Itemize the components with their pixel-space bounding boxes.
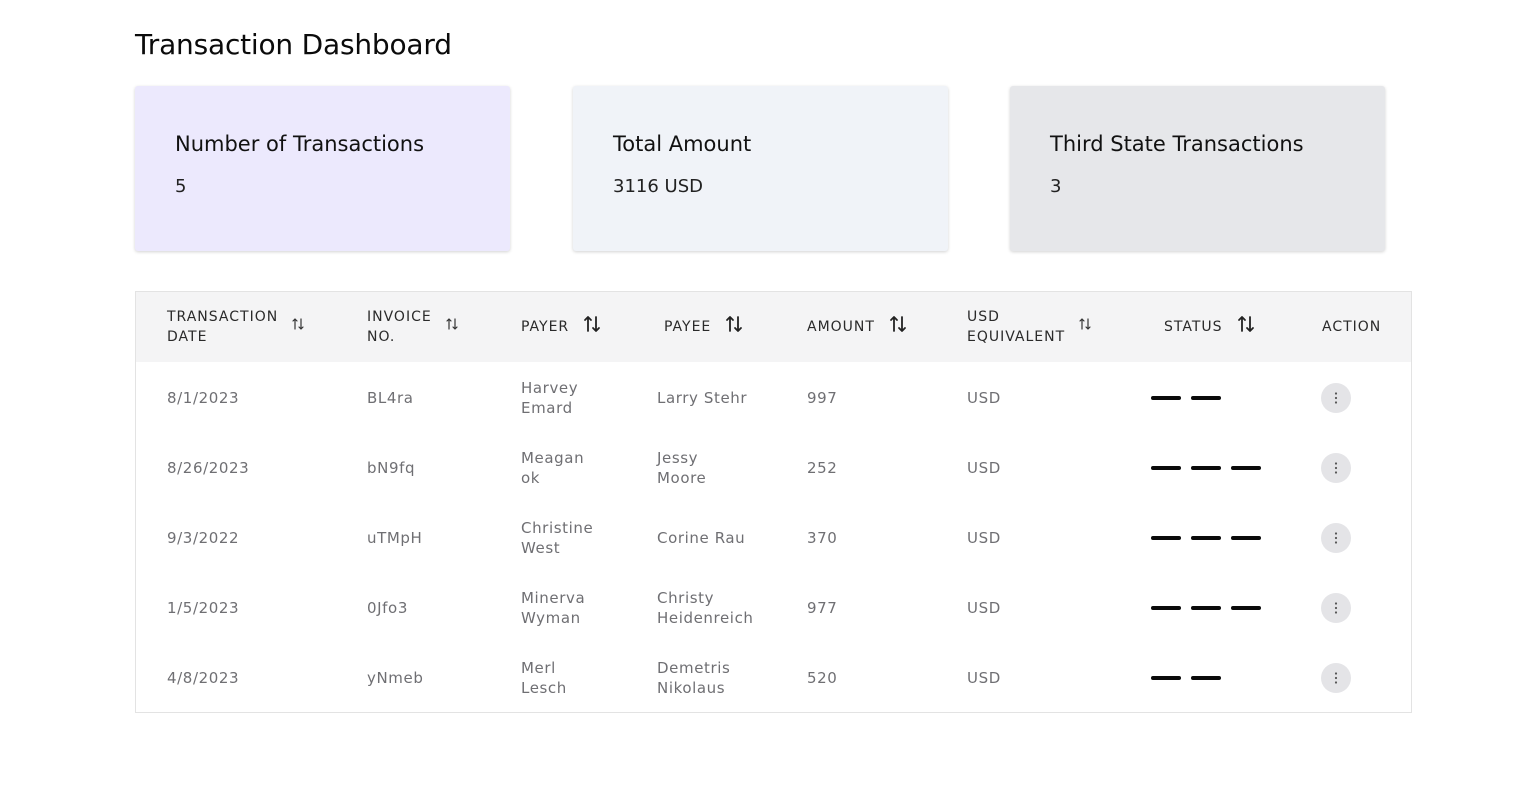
cell-usd-equivalent: USD [967, 389, 1001, 407]
status-dash [1231, 466, 1261, 470]
cell-usd-equivalent: USD [967, 459, 1001, 477]
status-dash [1231, 606, 1261, 610]
card-third-state-transactions: Third State Transactions 3 [1010, 86, 1385, 251]
cell-payee: Jessy Moore [657, 449, 707, 487]
cell-invoice-no: yNmeb [367, 669, 424, 687]
cell-payer: Minerva Wyman [521, 589, 586, 627]
column-header-action: ACTION [1322, 292, 1381, 362]
cell-payer: Merl Lesch [521, 659, 567, 697]
sort-arrows-icon[interactable] [1237, 315, 1255, 339]
column-header-label: ACTION [1322, 319, 1382, 335]
status-dash [1151, 606, 1181, 610]
sort-arrows-icon[interactable] [1079, 317, 1091, 337]
sort-arrows-icon[interactable] [292, 317, 304, 337]
row-action-button[interactable] [1321, 383, 1351, 413]
status-dash [1151, 536, 1181, 540]
column-header-label: TRANSACTION DATE [167, 309, 279, 345]
table-row: 1/5/2023 0Jfo3 Minerva Wyman Christy Heiden… [136, 573, 1411, 643]
card-value: 3116 USD [613, 176, 703, 197]
more-vertical-icon [1334, 672, 1338, 684]
sort-arrows-icon[interactable] [446, 317, 458, 337]
sort-arrows-icon[interactable] [725, 315, 743, 339]
table-row: 8/1/2023 BL4ra Harvey Emard Larry Stehr 997 U… [136, 363, 1411, 433]
status-dash [1231, 536, 1261, 540]
sort-arrows-icon[interactable] [583, 315, 601, 339]
column-header-label: USD EQUIVALENT [967, 309, 1066, 345]
column-header-status[interactable]: STATUS [1164, 292, 1255, 362]
cell-usd-equivalent: USD [967, 669, 1001, 687]
column-header-invoice-no[interactable]: INVOICE NO. [367, 292, 458, 362]
column-header-payer[interactable]: PAYER [521, 292, 601, 362]
status-dash [1191, 676, 1221, 680]
column-header-transaction-date[interactable]: TRANSACTION DATE [167, 292, 304, 362]
sort-arrows-icon[interactable] [889, 315, 907, 339]
cell-invoice-no: BL4ra [367, 389, 414, 407]
cell-transaction-date: 9/3/2022 [167, 529, 240, 547]
row-action-button[interactable] [1321, 593, 1351, 623]
status-dash [1191, 466, 1221, 470]
more-vertical-icon [1334, 532, 1338, 544]
more-vertical-icon [1334, 392, 1338, 404]
cell-payee: Larry Stehr [657, 389, 748, 407]
status-indicator [1151, 433, 1271, 503]
cell-usd-equivalent: USD [967, 529, 1001, 547]
status-dash [1151, 676, 1181, 680]
column-header-usd-equivalent[interactable]: USD EQUIVALENT [967, 292, 1091, 362]
card-value: 5 [175, 176, 187, 197]
card-title: Number of Transactions [175, 132, 425, 156]
cell-amount: 520 [807, 669, 838, 687]
cell-invoice-no: 0Jfo3 [367, 599, 408, 617]
row-action-button[interactable] [1321, 453, 1351, 483]
row-action-button[interactable] [1321, 523, 1351, 553]
cell-amount: 997 [807, 389, 838, 407]
cell-amount: 370 [807, 529, 838, 547]
column-header-amount[interactable]: AMOUNT [807, 292, 907, 362]
card-value: 3 [1050, 176, 1062, 197]
status-dash [1191, 606, 1221, 610]
status-indicator [1151, 363, 1231, 433]
status-indicator [1151, 503, 1271, 573]
table-row: 4/8/2023 yNmeb Merl Lesch Demetris Nikolaus… [136, 643, 1411, 713]
cell-payer: Meagan ok [521, 449, 585, 487]
cell-transaction-date: 1/5/2023 [167, 599, 240, 617]
status-dash [1191, 396, 1221, 400]
cell-payer: Christine West [521, 519, 594, 557]
status-indicator [1151, 643, 1231, 713]
table-row: 9/3/2022 uTMpH Christine West Corine Rau 370… [136, 503, 1411, 573]
cell-invoice-no: uTMpH [367, 529, 423, 547]
cell-payee: Christy Heidenreich [657, 589, 754, 627]
card-title: Total Amount [613, 132, 752, 156]
column-header-label: INVOICE NO. [367, 309, 432, 345]
cell-amount: 252 [807, 459, 838, 477]
card-title: Third State Transactions [1050, 132, 1304, 156]
card-number-of-transactions: Number of Transactions 5 [135, 86, 510, 251]
page-title: Transaction Dashboard [135, 28, 452, 61]
column-header-label: AMOUNT [807, 319, 875, 335]
status-dash [1191, 536, 1221, 540]
column-header-payee[interactable]: PAYEE [664, 292, 743, 362]
cell-payer: Harvey Emard [521, 379, 579, 417]
cell-transaction-date: 8/1/2023 [167, 389, 240, 407]
cell-payee: Demetris Nikolaus [657, 659, 731, 697]
column-header-label: STATUS [1164, 319, 1223, 335]
status-dash [1151, 466, 1181, 470]
transactions-table: TRANSACTION DATE INVOICE NO. PAYER PAYEE… [135, 291, 1412, 713]
status-indicator [1151, 573, 1271, 643]
cell-amount: 977 [807, 599, 838, 617]
column-header-label: PAYEE [664, 319, 712, 335]
more-vertical-icon [1334, 602, 1338, 614]
more-vertical-icon [1334, 462, 1338, 474]
cell-transaction-date: 4/8/2023 [167, 669, 240, 687]
table-row: 8/26/2023 bN9fq Meagan ok Jessy Moore 252 USD [136, 433, 1411, 503]
row-action-button[interactable] [1321, 663, 1351, 693]
column-header-label: PAYER [521, 319, 570, 335]
card-total-amount: Total Amount 3116 USD [573, 86, 948, 251]
cell-usd-equivalent: USD [967, 599, 1001, 617]
cell-transaction-date: 8/26/2023 [167, 459, 250, 477]
table-header: TRANSACTION DATE INVOICE NO. PAYER PAYEE… [136, 292, 1411, 362]
cell-invoice-no: bN9fq [367, 459, 416, 477]
status-dash [1151, 396, 1181, 400]
cell-payee: Corine Rau [657, 529, 746, 547]
